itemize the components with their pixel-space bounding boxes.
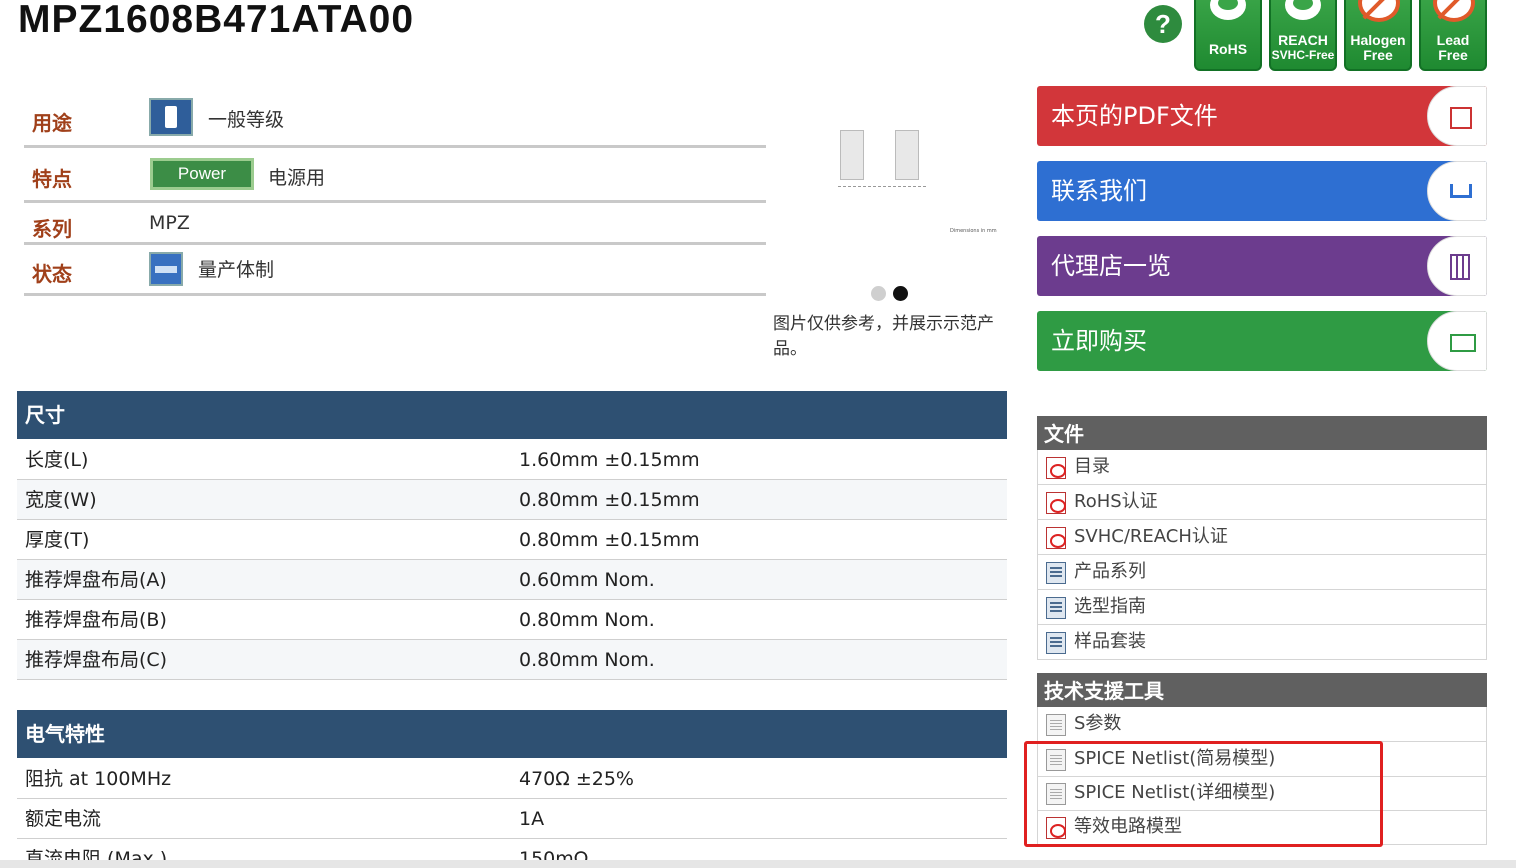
- attr-status-row: 状态 量产体制: [24, 245, 766, 296]
- contact-us-button[interactable]: 联系我们: [1037, 161, 1487, 221]
- product-image-carousel[interactable]: Dimensions in mm: [790, 110, 1000, 260]
- distributors-button[interactable]: 代理店一览: [1037, 236, 1487, 296]
- rohs-badge: RoHS: [1194, 0, 1262, 71]
- buy-now-button[interactable]: 立即购买: [1037, 311, 1487, 371]
- building-icon: [1450, 254, 1470, 280]
- doc-rohs-link[interactable]: RoHS认证: [1037, 485, 1487, 520]
- dimensions-header: 尺寸: [17, 391, 1007, 439]
- rohs-badge-label: RoHS: [1208, 41, 1248, 57]
- attr-status-value: 量产体制: [198, 259, 275, 281]
- attr-usage-value: 一般等级: [208, 109, 285, 131]
- doc-sample-kit-link[interactable]: 样品套装: [1037, 625, 1487, 660]
- page-bottom-strip: [0, 860, 1516, 868]
- table-row: 阻抗 at 100MHz 470Ω ±25%: [17, 759, 1007, 799]
- attr-series-value: MPZ: [149, 212, 190, 234]
- pdf-icon: [1450, 107, 1472, 129]
- reach-badge-label: REACH SVHC-Free: [1271, 32, 1335, 63]
- dimension-caption: Dimensions in mm: [950, 228, 997, 234]
- pdf-icon: [1046, 527, 1066, 549]
- halogen-free-label: Halogen Free: [1350, 32, 1406, 63]
- land-pattern-pad-left: [840, 130, 864, 180]
- doc-icon: [1046, 597, 1066, 619]
- leaf-icon: [1210, 0, 1246, 20]
- attr-feature-key: 特点: [32, 167, 72, 191]
- reach-badge: REACH SVHC-Free: [1269, 0, 1337, 71]
- pdf-icon: [1046, 492, 1066, 514]
- phone-icon: [149, 98, 193, 136]
- electrical-header: 电气特性: [17, 710, 1007, 758]
- tool-s-parameter-link[interactable]: S参数: [1037, 707, 1487, 742]
- attr-series-key: 系列: [32, 217, 72, 241]
- pdf-download-button[interactable]: 本页的PDF文件: [1037, 86, 1487, 146]
- table-row: 推荐焊盘布局(A) 0.60mm Nom.: [17, 560, 1007, 600]
- production-icon: [149, 252, 183, 286]
- doc-svhc-reach-link[interactable]: SVHC/REACH认证: [1037, 520, 1487, 555]
- cart-icon: [1450, 184, 1472, 198]
- pdf-icon: [1046, 457, 1066, 479]
- attr-usage-row: 用途 一般等级: [24, 90, 766, 148]
- dimension-line: [838, 186, 926, 187]
- doc-product-series-link[interactable]: 产品系列: [1037, 555, 1487, 590]
- no-pb-icon: [1433, 0, 1475, 22]
- attr-series-row: 系列 MPZ: [24, 203, 766, 245]
- table-row: 长度(L) 1.60mm ±0.15mm: [17, 440, 1007, 480]
- carousel-dot-2[interactable]: [893, 286, 908, 301]
- attr-status-key: 状态: [32, 262, 72, 286]
- distributors-label: 代理店一览: [1051, 252, 1171, 280]
- doc-icon: [1046, 632, 1066, 654]
- pdf-download-label: 本页的PDF文件: [1051, 102, 1218, 130]
- table-row: 额定电流 1A: [17, 799, 1007, 839]
- attr-feature-value: 电源用: [268, 167, 326, 189]
- leaf-icon: [1285, 0, 1321, 20]
- documents-header: 文件: [1037, 416, 1487, 450]
- table-row: 推荐焊盘布局(B) 0.80mm Nom.: [17, 600, 1007, 640]
- buy-now-label: 立即购买: [1051, 327, 1147, 355]
- attr-usage-key: 用途: [32, 111, 72, 135]
- doc-selection-guide-link[interactable]: 选型指南: [1037, 590, 1487, 625]
- table-row: 厚度(T) 0.80mm ±0.15mm: [17, 520, 1007, 560]
- lead-free-badge: Lead Free: [1419, 0, 1487, 71]
- table-row: 宽度(W) 0.80mm ±0.15mm: [17, 480, 1007, 520]
- contact-us-label: 联系我们: [1051, 177, 1147, 205]
- table-row: 推荐焊盘布局(C) 0.80mm Nom.: [17, 640, 1007, 680]
- lead-free-label: Lead Free: [1436, 32, 1470, 63]
- land-pattern-pad-right: [895, 130, 919, 180]
- doc-catalog-link[interactable]: 目录: [1037, 450, 1487, 485]
- power-badge: Power: [150, 158, 254, 190]
- no-br-icon: [1358, 0, 1400, 22]
- doc-icon: [1046, 562, 1066, 584]
- page-icon: [1046, 714, 1066, 736]
- help-icon[interactable]: ?: [1144, 5, 1182, 43]
- highlight-box: [1024, 741, 1383, 847]
- tools-header: 技术支援工具: [1037, 673, 1487, 707]
- product-title: MPZ1608B471ATA00: [18, 0, 415, 41]
- carousel-dot-1[interactable]: [871, 286, 886, 301]
- image-disclaimer: 图片仅供参考，并展示示范产品。: [773, 314, 994, 359]
- mail-icon: [1450, 334, 1476, 352]
- halogen-free-badge: Halogen Free: [1344, 0, 1412, 71]
- attr-feature-row: 特点 Power 电源用: [24, 148, 766, 203]
